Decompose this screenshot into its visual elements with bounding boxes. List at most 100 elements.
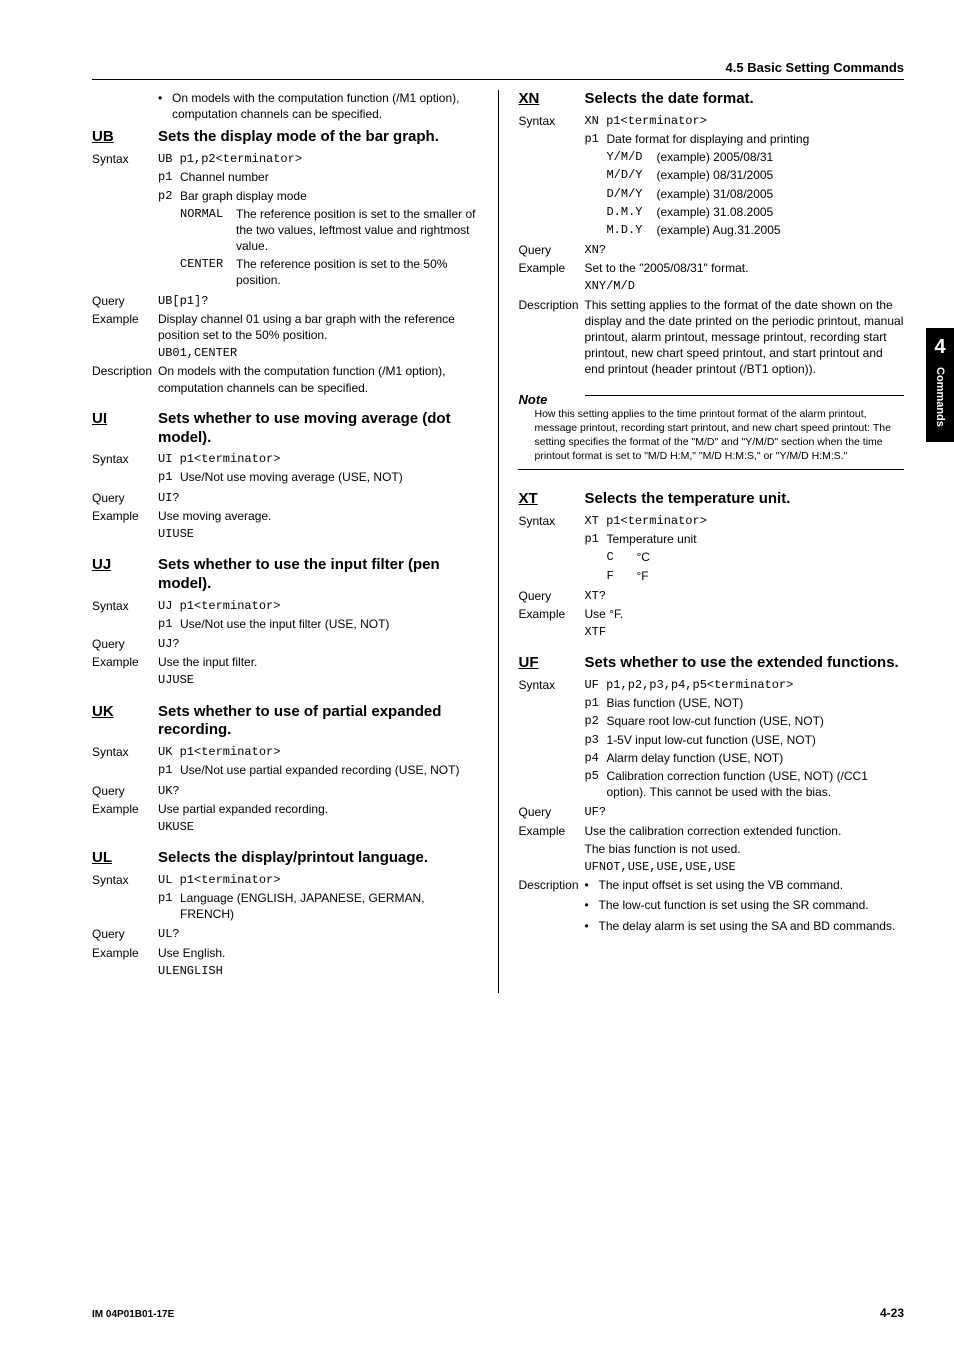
syntax-text: XN p1<terminator> xyxy=(584,113,904,129)
example-text: Use partial expanded recording. xyxy=(158,801,478,817)
option-text: (example) 2005/08/31 xyxy=(656,149,904,165)
label-query: Query xyxy=(518,588,584,604)
param-code: p1 xyxy=(158,890,180,922)
param-code: p1 xyxy=(584,695,606,711)
query-text: UF? xyxy=(584,804,904,820)
syntax-text: UK p1<terminator> xyxy=(158,744,478,760)
example-code: UB01,CENTER xyxy=(158,345,478,361)
param-text: Language (ENGLISH, JAPANESE, GERMAN, FRE… xyxy=(180,890,478,922)
label-description: Description xyxy=(92,363,158,395)
label-syntax: Syntax xyxy=(92,451,158,467)
example-text: Use the calibration correction extended … xyxy=(584,823,904,839)
label-query: Query xyxy=(518,804,584,820)
label-example: Example xyxy=(518,823,584,876)
desc-item: The input offset is set using the VB com… xyxy=(598,877,843,893)
option-code: D/M/Y xyxy=(606,186,656,202)
param-text: Use/Not use the input filter (USE, NOT) xyxy=(180,616,478,632)
example-text: Display channel 01 using a bar graph wit… xyxy=(158,311,478,343)
cmd-code-uk: UK xyxy=(92,703,158,720)
param-code: p1 xyxy=(584,531,606,547)
cmd-code-xt: XT xyxy=(518,490,584,507)
desc-text: This setting applies to the format of th… xyxy=(584,297,904,378)
param-code: p1 xyxy=(158,762,180,778)
label-syntax: Syntax xyxy=(92,151,158,167)
example-code: UIUSE xyxy=(158,526,478,542)
label-query: Query xyxy=(92,926,158,942)
label-query: Query xyxy=(92,490,158,506)
cmd-code-uf: UF xyxy=(518,654,584,671)
label-example: Example xyxy=(92,945,158,979)
syntax-text: UB p1,p2<terminator> xyxy=(158,151,478,167)
intro-text: On models with the computation function … xyxy=(172,90,478,122)
example-text: Set to the "2005/08/31" format. xyxy=(584,260,904,276)
option-text: The reference position is set to the 50%… xyxy=(236,256,478,288)
syntax-text: UJ p1<terminator> xyxy=(158,598,478,614)
label-description: Description xyxy=(518,297,584,378)
cmd-title-ul: Selects the display/printout language. xyxy=(158,849,428,868)
example-text: Use °F. xyxy=(584,606,904,622)
param-text: Temperature unit xyxy=(606,531,904,547)
label-syntax: Syntax xyxy=(518,513,584,529)
option-text: (example) 31/08/2005 xyxy=(656,186,904,202)
query-text: XT? xyxy=(584,588,904,604)
cmd-title-xt: Selects the temperature unit. xyxy=(584,490,790,509)
param-text: Alarm delay function (USE, NOT) xyxy=(606,750,904,766)
cmd-code-ub: UB xyxy=(92,128,158,145)
example-text: Use the input filter. xyxy=(158,654,478,670)
option-code: C xyxy=(606,549,636,565)
label-query: Query xyxy=(92,783,158,799)
param-code: p1 xyxy=(158,469,180,485)
param-code: p3 xyxy=(584,732,606,748)
query-text: UI? xyxy=(158,490,478,506)
option-text: The reference position is set to the sma… xyxy=(236,206,478,255)
chapter-tab: 4 Commands xyxy=(926,328,954,442)
cmd-title-uf: Sets whether to use the extended functio… xyxy=(584,654,898,673)
label-syntax: Syntax xyxy=(518,113,584,129)
param-code: p1 xyxy=(158,616,180,632)
param-text: Use/Not use moving average (USE, NOT) xyxy=(180,469,478,485)
label-query: Query xyxy=(518,242,584,258)
label-syntax: Syntax xyxy=(518,677,584,693)
footer-page-number: 4-23 xyxy=(880,1306,904,1320)
param-text: Date format for displaying and printing xyxy=(606,131,904,147)
query-text: UB[p1]? xyxy=(158,293,478,309)
note-body: How this setting applies to the time pri… xyxy=(518,407,904,471)
option-code: NORMAL xyxy=(180,206,236,255)
syntax-text: UF p1,p2,p3,p4,p5<terminator> xyxy=(584,677,904,693)
label-example: Example xyxy=(518,260,584,294)
query-text: UL? xyxy=(158,926,478,942)
footer-doc-id: IM 04P01B01-17E xyxy=(92,1309,174,1320)
label-example: Example xyxy=(92,801,158,835)
option-code: M/D/Y xyxy=(606,167,656,183)
cmd-title-ub: Sets the display mode of the bar graph. xyxy=(158,128,439,147)
cmd-title-uj: Sets whether to use the input filter (pe… xyxy=(158,556,478,594)
label-example: Example xyxy=(92,508,158,542)
label-example: Example xyxy=(518,606,584,640)
option-text: (example) 31.08.2005 xyxy=(656,204,904,220)
cmd-code-ui: UI xyxy=(92,410,158,427)
syntax-text: UI p1<terminator> xyxy=(158,451,478,467)
option-code: F xyxy=(606,568,636,584)
label-syntax: Syntax xyxy=(92,598,158,614)
cmd-code-ul: UL xyxy=(92,849,158,866)
syntax-text: XT p1<terminator> xyxy=(584,513,904,529)
syntax-text: UL p1<terminator> xyxy=(158,872,478,888)
bullet-icon: • xyxy=(158,90,172,122)
param-code: p2 xyxy=(584,713,606,729)
option-code: D.M.Y xyxy=(606,204,656,220)
cmd-code-xn: XN xyxy=(518,90,584,107)
label-syntax: Syntax xyxy=(92,872,158,888)
option-code: CENTER xyxy=(180,256,236,288)
chapter-title: Commands xyxy=(934,367,946,427)
example-code: ULENGLISH xyxy=(158,963,478,979)
desc-item: The low-cut function is set using the SR… xyxy=(598,897,868,913)
example-text: Use moving average. xyxy=(158,508,478,524)
example-code: XNY/M/D xyxy=(584,278,904,294)
label-example: Example xyxy=(92,654,158,688)
label-description: Description xyxy=(518,877,584,938)
param-text: Square root low-cut function (USE, NOT) xyxy=(606,713,904,729)
example-code: XTF xyxy=(584,624,904,640)
label-query: Query xyxy=(92,293,158,309)
bullet-icon: • xyxy=(584,877,598,893)
note-title: Note xyxy=(518,392,547,407)
